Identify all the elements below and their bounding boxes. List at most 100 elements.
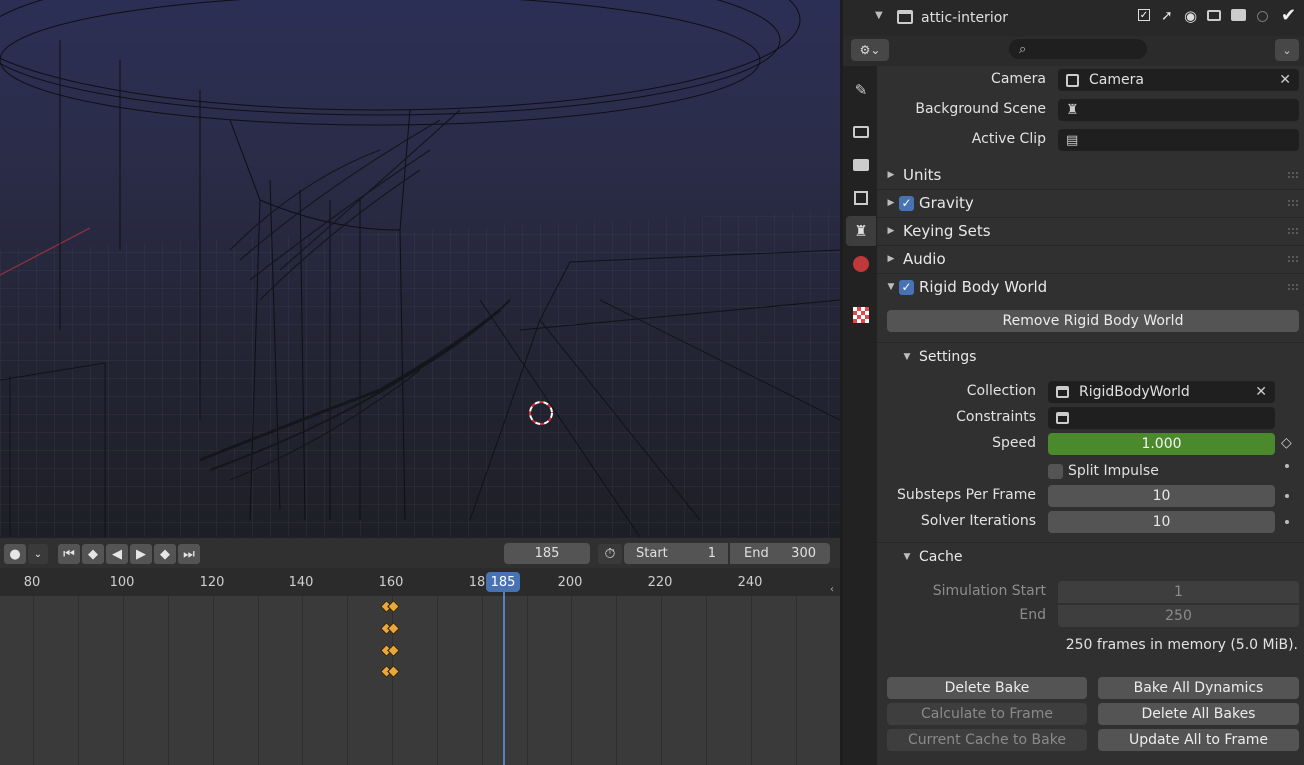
- play-reverse-icon[interactable]: ◀: [106, 544, 128, 564]
- play-icon[interactable]: ▶: [130, 544, 152, 564]
- settings-subpanel-header[interactable]: ▼ Settings: [877, 344, 1304, 370]
- drag-grip-icon[interactable]: [1288, 228, 1298, 234]
- select-arrow-icon[interactable]: ➚: [1161, 8, 1173, 24]
- animate-dot-icon[interactable]: [1285, 464, 1289, 468]
- timeline-ruler[interactable]: 80 100 120 140 160 18 200 220 240 ‹: [0, 568, 840, 596]
- simulation-end-field[interactable]: 250: [1058, 605, 1299, 627]
- current-frame-field[interactable]: 185: [504, 543, 590, 564]
- drag-grip-icon[interactable]: [1288, 256, 1298, 262]
- clear-collection-icon[interactable]: ✕: [1255, 384, 1267, 400]
- scene-tab-icon[interactable]: ♜: [846, 216, 876, 246]
- eye-icon[interactable]: ◉: [1184, 7, 1197, 25]
- keyframe-diamond-icon[interactable]: ◇: [1281, 435, 1292, 451]
- start-frame-field[interactable]: Start 1: [624, 543, 728, 564]
- clear-camera-icon[interactable]: ✕: [1279, 72, 1291, 88]
- constraints-field[interactable]: [1048, 407, 1275, 429]
- simulation-start-field[interactable]: 1: [1058, 581, 1299, 603]
- audio-panel-title: Audio: [903, 250, 946, 268]
- end-frame-value: 300: [791, 546, 816, 561]
- options-dropdown-icon[interactable]: ⌄: [1275, 39, 1299, 61]
- stopwatch-icon[interactable]: ⏱: [598, 544, 622, 564]
- gravity-checkbox[interactable]: ✓: [899, 195, 914, 211]
- ruler-label: 140: [288, 575, 314, 590]
- tool-tab-icon[interactable]: ✎: [846, 75, 876, 105]
- units-panel-header[interactable]: ▶ Units: [877, 162, 1304, 188]
- rigid-body-world-panel-header[interactable]: ▼ ✓ Rigid Body World: [877, 274, 1304, 300]
- jump-to-end-icon[interactable]: ⏭: [178, 544, 200, 564]
- grid-line: [751, 596, 752, 765]
- viewport-wireframe-scene: [0, 0, 840, 537]
- solver-iterations-field[interactable]: 10: [1048, 511, 1275, 533]
- calculate-to-frame-button[interactable]: Calculate to Frame: [887, 703, 1087, 725]
- constraints-label: Constraints: [956, 409, 1036, 425]
- audio-panel-header[interactable]: ▶ Audio: [877, 246, 1304, 272]
- delete-all-bakes-button[interactable]: Delete All Bakes: [1098, 703, 1299, 725]
- 3d-viewport[interactable]: [0, 0, 840, 537]
- output-tab-icon[interactable]: [846, 150, 876, 180]
- collection-name[interactable]: attic-interior: [921, 10, 1008, 26]
- grid-line: [661, 596, 662, 765]
- keying-dropdown-icon[interactable]: ⌄: [28, 544, 48, 564]
- rigid-body-world-checkbox[interactable]: ✓: [899, 279, 914, 295]
- camera-render-icon[interactable]: [1231, 9, 1246, 21]
- exclude-checkbox-icon[interactable]: ✓: [1138, 9, 1150, 21]
- keying-sets-panel-header[interactable]: ▶ Keying Sets: [877, 218, 1304, 244]
- drag-grip-icon[interactable]: [1288, 284, 1298, 290]
- gravity-panel-title: Gravity: [919, 194, 974, 212]
- scene-properties: Camera Camera ✕ Background Scene ♜ Activ…: [877, 66, 1304, 765]
- solver-iterations-value: 10: [1152, 514, 1171, 530]
- ruler-label: 120: [199, 575, 225, 590]
- bake-all-dynamics-button[interactable]: Bake All Dynamics: [1098, 677, 1299, 699]
- gravity-panel-header[interactable]: ▶ ✓ Gravity: [877, 190, 1304, 216]
- outliner-row[interactable]: ▼ attic-interior ✓ ➚ ◉ ✔: [843, 0, 1304, 36]
- camera-field[interactable]: Camera ✕: [1058, 69, 1299, 91]
- expanded-triangle-icon: ▼: [903, 552, 911, 562]
- expand-triangle-icon[interactable]: ▼: [875, 10, 883, 21]
- split-impulse-checkbox[interactable]: [1048, 463, 1063, 479]
- grid-line: [258, 596, 259, 765]
- jump-prev-keyframe-icon[interactable]: ◆: [82, 544, 104, 564]
- remove-rigid-body-world-button[interactable]: Remove Rigid Body World: [887, 310, 1299, 332]
- simulation-start-value: 1: [1174, 584, 1183, 600]
- current-cache-to-bake-button[interactable]: Current Cache to Bake: [887, 729, 1087, 751]
- update-all-to-frame-button[interactable]: Update All to Frame: [1098, 729, 1299, 751]
- substeps-field[interactable]: 10: [1048, 485, 1275, 507]
- grid-line: [706, 596, 707, 765]
- jump-next-keyframe-icon[interactable]: ◆: [154, 544, 176, 564]
- keying-sets-panel-title: Keying Sets: [903, 222, 991, 240]
- speed-field[interactable]: 1.000: [1048, 433, 1275, 455]
- monitor-icon[interactable]: [1207, 10, 1221, 21]
- current-frame-value: 185: [534, 546, 560, 561]
- ruler-label: 240: [737, 575, 763, 590]
- drag-grip-icon[interactable]: [1288, 200, 1298, 206]
- active-clip-field[interactable]: ▤: [1058, 129, 1299, 151]
- split-impulse-row[interactable]: Split Impulse: [1048, 461, 1159, 481]
- jump-to-start-icon[interactable]: ⏮: [58, 544, 80, 564]
- playhead-line[interactable]: [503, 580, 505, 765]
- end-frame-field[interactable]: End 300: [730, 543, 830, 564]
- texture-tab-icon[interactable]: [846, 300, 876, 330]
- search-input[interactable]: ⌕: [1009, 39, 1147, 59]
- animate-dot-icon[interactable]: [1285, 494, 1289, 498]
- camera-object-icon: [1066, 73, 1079, 87]
- editor-type-icon[interactable]: ⚙⌄: [851, 39, 889, 61]
- playhead-frame-indicator[interactable]: 185: [486, 572, 520, 592]
- holdout-icon[interactable]: [1257, 11, 1268, 22]
- sidebar-toggle-icon[interactable]: ‹: [830, 584, 834, 595]
- cache-subpanel-header[interactable]: ▼ Cache: [877, 544, 1304, 570]
- auto-keying-icon[interactable]: ●: [4, 544, 26, 564]
- view-layer-tab-icon[interactable]: [846, 183, 876, 213]
- collection-value: RigidBodyWorld: [1079, 384, 1190, 400]
- world-tab-icon[interactable]: [846, 249, 876, 279]
- render-tab-icon[interactable]: [846, 117, 876, 147]
- collection-icon: [897, 10, 913, 24]
- timeline-keyframe-area[interactable]: [0, 596, 840, 765]
- indirect-only-icon[interactable]: ✔: [1281, 5, 1296, 26]
- drag-grip-icon[interactable]: [1288, 172, 1298, 178]
- background-scene-field[interactable]: ♜: [1058, 99, 1299, 121]
- collapsed-triangle-icon: ▶: [887, 254, 895, 264]
- split-impulse-label: Split Impulse: [1068, 463, 1159, 479]
- animate-dot-icon[interactable]: [1285, 520, 1289, 524]
- collection-field[interactable]: RigidBodyWorld ✕: [1048, 381, 1275, 403]
- delete-bake-button[interactable]: Delete Bake: [887, 677, 1087, 699]
